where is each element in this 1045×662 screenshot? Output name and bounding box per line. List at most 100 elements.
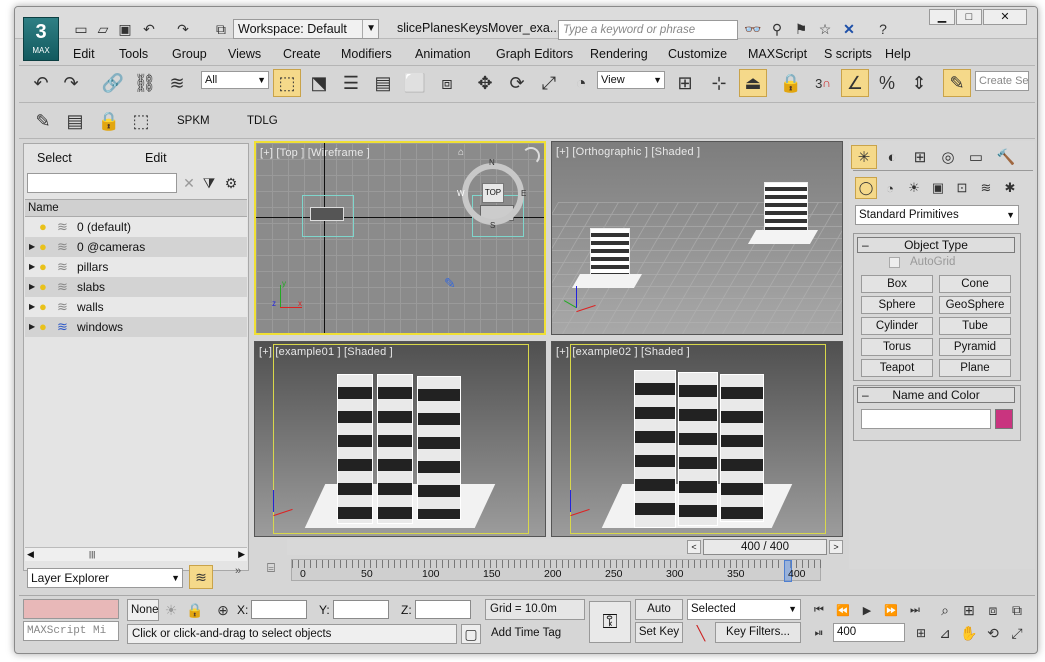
viewport-top[interactable]: [+] [Top ] [Wireframe ] TOP N W E S ⌂ ✎ … bbox=[254, 141, 546, 335]
communication-center-icon[interactable]: ⚲ bbox=[767, 19, 787, 39]
hierarchy-tab-icon[interactable]: ⊞ bbox=[907, 145, 933, 169]
edit-menu[interactable]: Edit bbox=[145, 151, 167, 165]
maxscript-mini-listener[interactable] bbox=[23, 599, 119, 619]
helpers-icon[interactable]: ⊡ bbox=[951, 177, 973, 199]
layer-row[interactable]: ▶ ● ≋ pillars bbox=[25, 257, 247, 277]
tdlg-button[interactable]: TDLG bbox=[247, 115, 278, 127]
object-type-title[interactable]: – Object Type bbox=[857, 237, 1015, 253]
help-icon[interactable]: ? bbox=[873, 19, 893, 39]
move-icon[interactable]: ✥ bbox=[471, 69, 499, 97]
keyboard-shortcut-override-icon[interactable]: ⏏ bbox=[739, 69, 767, 97]
place-icon[interactable]: ◔ bbox=[567, 69, 595, 97]
favorites-star-icon[interactable]: ☆ bbox=[815, 19, 835, 39]
spkm-button[interactable]: SPKM bbox=[177, 115, 210, 127]
edit-script-icon[interactable]: ✎ bbox=[29, 107, 57, 135]
building-ex2-c[interactable] bbox=[720, 374, 764, 522]
binoculars-icon[interactable]: 👓 bbox=[743, 19, 763, 39]
building-ex1-c[interactable] bbox=[417, 376, 461, 520]
previous-frame-icon[interactable]: ⏪ bbox=[833, 600, 853, 620]
building-ex1-a[interactable] bbox=[337, 374, 373, 524]
create-teapot-button[interactable]: Teapot bbox=[861, 359, 933, 377]
auto-key-button[interactable]: Auto Key bbox=[635, 599, 683, 634]
menu-item[interactable]: Edit bbox=[73, 45, 95, 63]
scroll-left-icon[interactable]: ◀ bbox=[27, 548, 34, 561]
layer-options-icon[interactable]: ⚙ bbox=[221, 173, 241, 193]
absolute-mode-icon[interactable]: ⊕ bbox=[213, 600, 233, 620]
zoom-extents-all-icon[interactable]: ⧉ bbox=[1007, 600, 1027, 620]
undo-tool-icon[interactable]: ↶ bbox=[27, 69, 55, 97]
workspace-dropdown[interactable]: Workspace: Default ▼ bbox=[233, 19, 379, 39]
viewport-example01[interactable]: [+] [example01 ] [Shaded ] bbox=[254, 341, 546, 537]
select-menu[interactable]: Select bbox=[37, 151, 72, 165]
field-of-view-icon[interactable]: ⊿ bbox=[935, 623, 955, 643]
zoom-all-icon[interactable]: ⊞ bbox=[959, 600, 979, 620]
building-ex2-b[interactable] bbox=[678, 372, 718, 526]
pan-icon[interactable]: ✋ bbox=[959, 623, 979, 643]
add-time-tag[interactable]: Add Time Tag bbox=[491, 627, 561, 639]
building-ortho-2[interactable] bbox=[764, 182, 808, 236]
menu-item[interactable]: Group bbox=[172, 45, 207, 63]
building-ex1-b[interactable] bbox=[377, 374, 413, 524]
motion-tab-icon[interactable]: ◎ bbox=[935, 145, 961, 169]
exchange-x-icon[interactable]: ✕ bbox=[839, 19, 859, 39]
spinner-snap-icon[interactable]: ⇕ bbox=[905, 69, 933, 97]
menu-item[interactable]: Graph Editors bbox=[496, 45, 573, 63]
building-ex2-a[interactable] bbox=[634, 370, 676, 528]
primitives-dropdown[interactable]: Standard Primitives ▼ bbox=[855, 205, 1019, 225]
create-box-button[interactable]: Box bbox=[861, 275, 933, 293]
percent-snap-icon[interactable]: % bbox=[873, 69, 901, 97]
listener-icon[interactable]: ▤ bbox=[61, 107, 89, 135]
create-tab-icon[interactable]: ✳ bbox=[851, 145, 877, 169]
z-field[interactable] bbox=[415, 600, 471, 619]
space-warps-icon[interactable]: ≋ bbox=[975, 177, 997, 199]
set-key-button[interactable]: Set Key bbox=[635, 622, 683, 643]
maximize-viewport-icon[interactable]: ⤢ bbox=[1007, 623, 1027, 643]
bind-space-warp-icon[interactable]: ≋ bbox=[163, 69, 191, 97]
create-plane-button[interactable]: Plane bbox=[939, 359, 1011, 377]
expand-arrow-icon[interactable]: ▶ bbox=[29, 257, 35, 277]
layer-list-scrollbar[interactable]: ◀ ||| ▶ bbox=[25, 547, 247, 561]
isolate-bulb-icon[interactable]: ☀ bbox=[161, 600, 181, 620]
viewcube-top-face[interactable]: TOP bbox=[482, 183, 504, 203]
key-filters-button[interactable]: Key Filters... bbox=[715, 622, 801, 643]
menu-item[interactable]: Animation bbox=[415, 45, 471, 63]
scroll-right-icon[interactable]: > bbox=[829, 540, 843, 554]
utilities-tab-icon[interactable]: 🔨 bbox=[993, 145, 1019, 169]
create-tube-button[interactable]: Tube bbox=[939, 317, 1011, 335]
viewport-orthographic[interactable]: [+] [Orthographic ] [Shaded ] bbox=[551, 141, 843, 335]
search-input[interactable]: Type a keyword or phrase bbox=[558, 20, 738, 40]
create-selection-set-field[interactable]: Create Se bbox=[975, 71, 1029, 91]
viewport-example02[interactable]: [+] [example02 ] [Shaded ] bbox=[551, 341, 843, 537]
add-time-tag-icon[interactable]: ▢ bbox=[461, 624, 481, 644]
time-config-icon[interactable]: ⊞ bbox=[911, 623, 931, 643]
zoom-extents-icon[interactable]: ⧈ bbox=[983, 600, 1003, 620]
redo-icon[interactable]: ↷ bbox=[173, 19, 193, 39]
create-torus-button[interactable]: Torus bbox=[861, 338, 933, 356]
layer-row[interactable]: ▶ ● ≋ windows bbox=[25, 317, 247, 337]
object-name-input[interactable] bbox=[861, 409, 991, 429]
time-slider-track[interactable]: < 400 / 400 > bbox=[287, 539, 843, 555]
viewport-ortho-label[interactable]: [+] [Orthographic ] [Shaded ] bbox=[556, 146, 700, 158]
lightbulb-icon[interactable]: ● bbox=[39, 297, 47, 317]
manipulate-icon[interactable]: ⊹ bbox=[705, 69, 733, 97]
time-slider-thumb[interactable]: 400 / 400 bbox=[703, 539, 827, 555]
lightbulb-icon[interactable]: ● bbox=[39, 217, 47, 237]
close-button[interactable]: ✕ bbox=[983, 9, 1027, 25]
select-object-icon[interactable]: ⬚ bbox=[273, 69, 301, 97]
lightbulb-icon[interactable]: ● bbox=[39, 257, 47, 277]
lightbulb-icon[interactable]: ● bbox=[39, 277, 47, 297]
redo-tool-icon[interactable]: ↷ bbox=[57, 69, 85, 97]
building-ortho-1[interactable] bbox=[590, 228, 630, 278]
menu-item[interactable]: S scripts bbox=[824, 45, 872, 63]
scene-explorer-icon[interactable]: ▤ bbox=[369, 69, 397, 97]
display-tab-icon[interactable]: ▭ bbox=[963, 145, 989, 169]
expand-arrow-icon[interactable]: ▶ bbox=[29, 317, 35, 337]
go-to-start-icon[interactable]: ⏮ bbox=[809, 600, 829, 620]
key-mode-toggle-icon[interactable]: ⏯ bbox=[809, 623, 829, 643]
layer-row[interactable]: ● ≋ 0 (default) bbox=[25, 217, 247, 237]
current-frame-field[interactable]: 400 bbox=[833, 623, 905, 642]
shapes-icon[interactable]: ◔ bbox=[879, 177, 901, 199]
orbit-icon[interactable]: ⟲ bbox=[983, 623, 1003, 643]
menu-item[interactable]: Tools bbox=[119, 45, 148, 63]
layer-search-input[interactable] bbox=[27, 173, 177, 193]
